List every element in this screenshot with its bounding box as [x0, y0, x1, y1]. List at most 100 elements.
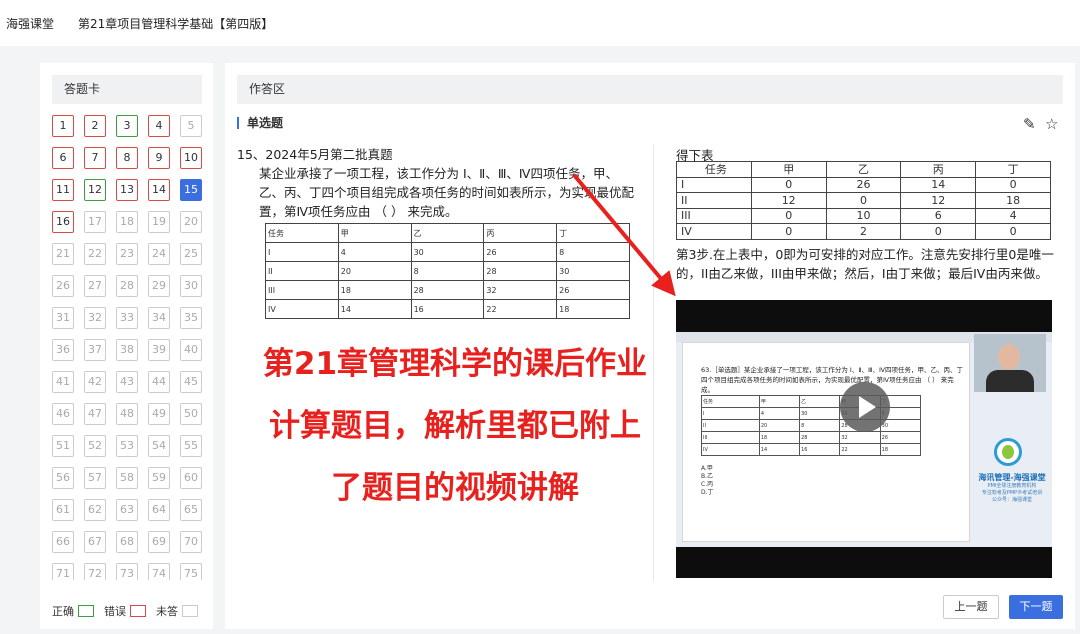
table-cell: 16	[410, 299, 485, 319]
question-cell-53[interactable]: 53	[116, 435, 138, 457]
question-cell-68[interactable]: 68	[116, 531, 138, 553]
question-cell-32[interactable]: 32	[84, 307, 106, 329]
question-cell-5[interactable]: 5	[180, 115, 202, 137]
site-brand[interactable]: 海强课堂	[6, 15, 54, 32]
play-button[interactable]	[840, 382, 890, 432]
question-cell-33[interactable]: 33	[116, 307, 138, 329]
question-cell-10[interactable]: 10	[180, 147, 202, 169]
star-icon[interactable]: ☆	[1045, 115, 1058, 133]
question-cell-69[interactable]: 69	[148, 531, 170, 553]
table-cell: III	[701, 431, 760, 444]
question-cell-45[interactable]: 45	[180, 371, 202, 393]
question-cell-72[interactable]: 72	[84, 563, 106, 580]
question-cell-47[interactable]: 47	[84, 403, 106, 425]
question-cell-4[interactable]: 4	[148, 115, 170, 137]
question-cell-17[interactable]: 17	[84, 211, 106, 233]
question-cell-42[interactable]: 42	[84, 371, 106, 393]
question-cell-48[interactable]: 48	[116, 403, 138, 425]
table-cell: 18	[879, 443, 922, 456]
prev-question-button[interactable]: 上一题	[943, 595, 999, 619]
promo-line-2: 计算题目，解析里都已附上	[269, 408, 641, 444]
table-cell: 4	[758, 407, 801, 420]
question-cell-56[interactable]: 56	[52, 467, 74, 489]
question-cell-57[interactable]: 57	[84, 467, 106, 489]
table-cell: 18	[758, 431, 801, 444]
question-cell-25[interactable]: 25	[180, 243, 202, 265]
question-cell-30[interactable]: 30	[180, 275, 202, 297]
question-cell-51[interactable]: 51	[52, 435, 74, 457]
question-cell-67[interactable]: 67	[84, 531, 106, 553]
question-cell-60[interactable]: 60	[180, 467, 202, 489]
question-cell-43[interactable]: 43	[116, 371, 138, 393]
question-cell-36[interactable]: 36	[52, 339, 74, 361]
question-cell-24[interactable]: 24	[148, 243, 170, 265]
question-cell-71[interactable]: 71	[52, 563, 74, 580]
question-cell-12[interactable]: 12	[84, 179, 106, 201]
question-cell-55[interactable]: 55	[180, 435, 202, 457]
answer-area: 作答区 单选题 ✎ ☆ 15、2024年5月第二批真题 某企业承接了一项工程，该…	[225, 63, 1075, 629]
question-cell-27[interactable]: 27	[84, 275, 106, 297]
question-cell-16[interactable]: 16	[52, 211, 74, 233]
question-cell-7[interactable]: 7	[84, 147, 106, 169]
question-cell-3[interactable]: 3	[116, 115, 138, 137]
question-cell-44[interactable]: 44	[148, 371, 170, 393]
question-cell-14[interactable]: 14	[148, 179, 170, 201]
question-cell-18[interactable]: 18	[116, 211, 138, 233]
question-cell-1[interactable]: 1	[52, 115, 74, 137]
table-cell: 20	[337, 261, 412, 281]
question-cell-63[interactable]: 63	[116, 499, 138, 521]
question-cell-2[interactable]: 2	[84, 115, 106, 137]
question-cell-41[interactable]: 41	[52, 371, 74, 393]
question-cell-13[interactable]: 13	[116, 179, 138, 201]
question-cell-22[interactable]: 22	[84, 243, 106, 265]
question-cell-74[interactable]: 74	[148, 563, 170, 580]
question-cell-37[interactable]: 37	[84, 339, 106, 361]
question-cell-19[interactable]: 19	[148, 211, 170, 233]
question-cell-28[interactable]: 28	[116, 275, 138, 297]
question-cell-40[interactable]: 40	[180, 339, 202, 361]
question-cell-62[interactable]: 62	[84, 499, 106, 521]
question-cell-11[interactable]: 11	[52, 179, 74, 201]
video-player[interactable]: 63.［单选题］某企业承接了一项工程，该工作分为 Ⅰ、Ⅱ、Ⅲ、Ⅳ四项任务，甲、乙…	[676, 300, 1052, 578]
question-cell-20[interactable]: 20	[180, 211, 202, 233]
question-cell-15[interactable]: 15	[180, 179, 202, 201]
question-cell-29[interactable]: 29	[148, 275, 170, 297]
question-cell-70[interactable]: 70	[180, 531, 202, 553]
question-cell-39[interactable]: 39	[148, 339, 170, 361]
question-cell-34[interactable]: 34	[148, 307, 170, 329]
question-cell-35[interactable]: 35	[180, 307, 202, 329]
question-cell-73[interactable]: 73	[116, 563, 138, 580]
question-cell-38[interactable]: 38	[116, 339, 138, 361]
pin-icon[interactable]: ✎	[1023, 115, 1036, 133]
question-cell-61[interactable]: 61	[52, 499, 74, 521]
question-cell-54[interactable]: 54	[148, 435, 170, 457]
question-cell-49[interactable]: 49	[148, 403, 170, 425]
question-cell-8[interactable]: 8	[116, 147, 138, 169]
question-cell-31[interactable]: 31	[52, 307, 74, 329]
question-cell-58[interactable]: 58	[116, 467, 138, 489]
table-cell: II	[701, 419, 760, 432]
question-number: 15、2024年5月第二批真题	[237, 147, 393, 162]
question-cell-23[interactable]: 23	[116, 243, 138, 265]
table-cell: 12	[900, 192, 977, 209]
question-cell-6[interactable]: 6	[52, 147, 74, 169]
question-cell-75[interactable]: 75	[180, 563, 202, 580]
question-cell-21[interactable]: 21	[52, 243, 74, 265]
question-cell-9[interactable]: 9	[148, 147, 170, 169]
question-cell-65[interactable]: 65	[180, 499, 202, 521]
video-doc-options: A.甲 B.乙 C.丙 D.丁	[701, 465, 714, 497]
table-cell: 28	[799, 431, 841, 444]
question-cell-52[interactable]: 52	[84, 435, 106, 457]
table-cell: 28	[483, 261, 558, 281]
question-cell-64[interactable]: 64	[148, 499, 170, 521]
question-cell-26[interactable]: 26	[52, 275, 74, 297]
next-question-button[interactable]: 下一题	[1009, 595, 1063, 619]
table-cell: 甲	[750, 161, 827, 178]
legend-wrong-label: 错误	[104, 605, 126, 618]
table-cell: 丙	[900, 161, 977, 178]
table-cell: 22	[483, 299, 558, 319]
question-cell-50[interactable]: 50	[180, 403, 202, 425]
question-cell-46[interactable]: 46	[52, 403, 74, 425]
question-cell-59[interactable]: 59	[148, 467, 170, 489]
question-cell-66[interactable]: 66	[52, 531, 74, 553]
